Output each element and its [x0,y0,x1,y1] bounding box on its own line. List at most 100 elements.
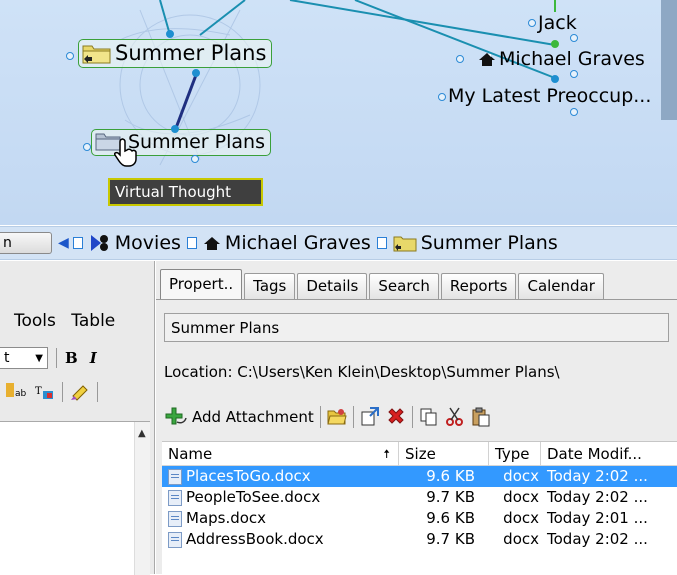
delete-icon[interactable] [386,407,406,427]
thought-name-field[interactable]: Summer Plans [164,313,669,342]
virtual-thought-label: Summer Plans [128,131,265,153]
menu-table[interactable]: Table [71,311,115,331]
column-size[interactable]: Size [399,441,489,466]
tab-search[interactable]: Search [369,273,439,299]
column-date-modified[interactable]: Date Modif... [541,442,671,466]
gate-dot[interactable] [438,93,446,101]
file-type: docx [503,530,539,548]
notes-pane: Tools Table t ▼ B I ab T ▲ [0,261,155,575]
add-attachment-button[interactable]: Add Attachment [162,406,314,428]
format-toolbar: t ▼ B I [0,345,150,371]
gate-dot[interactable] [66,52,74,60]
table-row[interactable]: PlacesToGo.docx 9.6 KB docx Today 2:02 .… [162,466,677,487]
thought-jack[interactable]: Jack [538,12,577,34]
file-name: Maps.docx [186,509,267,527]
active-thought[interactable]: Summer Plans [78,39,273,68]
bold-button[interactable]: B [65,349,78,367]
paste-icon[interactable] [471,407,491,427]
new-window-icon[interactable] [360,407,380,427]
back-arrow-icon[interactable]: ◀ [58,235,69,251]
plex-scrollbar[interactable] [661,0,677,120]
past-thought-summer-plans[interactable]: Summer Plans [393,232,558,254]
past-thought-michael-graves[interactable]: Michael Graves [203,232,371,254]
table-row[interactable]: AddressBook.docx 9.7 KB docx Today 2:02 … [162,529,677,550]
open-folder-icon[interactable] [327,407,347,427]
tab-calendar[interactable]: Calendar [518,273,604,299]
cut-icon[interactable] [445,407,465,427]
add-attachment-label: Add Attachment [192,408,314,426]
file-size: 9.7 KB [426,488,475,506]
attachments-toolbar: Add Attachment [162,403,491,431]
past-thought-movies[interactable]: Movies [89,232,181,254]
notes-menu-bar: Tools Table [0,311,150,337]
tab-details[interactable]: Details [297,273,368,299]
file-type: docx [503,509,539,527]
gate-dot[interactable] [551,75,559,83]
past-thought-label: Summer Plans [420,232,558,254]
tab-tags[interactable]: Tags [244,273,296,299]
column-name[interactable]: Name 🠅 [162,441,399,466]
word-document-icon [168,468,182,485]
location-path: Location: C:\Users\Ken Klein\Desktop\Sum… [164,363,560,381]
toolbar-separator [411,406,413,428]
table-row[interactable]: Maps.docx 9.6 KB docx Today 2:01 ... [162,508,677,529]
folder-icon [82,42,112,64]
gate-dot[interactable] [166,30,174,38]
file-size: 9.7 KB [426,530,475,548]
toolbar-separator [352,406,354,428]
gate-dot[interactable] [456,55,464,63]
gate-dot[interactable] [570,70,578,78]
thought-michael-graves[interactable]: Michael Graves [478,48,645,70]
thought-label: Michael Graves [499,48,645,70]
active-thought-label: Summer Plans [115,41,267,65]
house-icon [479,53,495,66]
movie-projector-icon [90,235,108,251]
tab-properties[interactable]: Propert.. [160,269,243,299]
file-date: Today 2:02 ... [547,530,648,548]
add-attachment-icon [165,407,187,425]
separator-icon [376,237,387,249]
gate-dot[interactable] [570,34,578,42]
table-header: Name 🠅 Size Type Date Modif... [162,441,677,466]
text-color-icon[interactable]: T [34,383,56,401]
format-painter-icon[interactable] [69,382,91,402]
sort-ascending-icon: 🠅 [383,446,390,461]
table-row[interactable]: PeopleToSee.docx 9.7 KB docx Today 2:02 … [162,487,677,508]
scroll-up-icon[interactable]: ▲ [138,428,146,439]
gate-dot[interactable] [171,125,179,133]
toolbar-separator [56,348,57,368]
toolbar-separator [97,382,98,402]
gate-dot[interactable] [192,69,200,77]
gate-dot[interactable] [570,108,578,116]
font-dropdown-value: t [4,350,10,366]
file-name: PeopleToSee.docx [186,488,321,506]
past-thought-label: Movies [114,232,181,254]
italic-button[interactable]: I [90,349,97,367]
gate-dot[interactable] [551,40,559,48]
past-thoughts-left-button[interactable]: n [0,232,52,254]
font-dropdown[interactable]: t ▼ [0,347,48,369]
gate-dot[interactable] [191,155,199,163]
copy-icon[interactable] [419,407,439,427]
menu-tools[interactable]: Tools [14,311,56,331]
text-highlight-icon[interactable]: ab [6,383,28,401]
gate-dot[interactable] [528,19,536,27]
gate-dot[interactable] [83,143,91,151]
column-type[interactable]: Type [489,441,541,466]
thought-latest-preoccupation[interactable]: My Latest Preoccup... [448,85,651,107]
thought-label: My Latest Preoccup... [448,85,652,107]
tab-bar: Propert.. Tags Details Search Reports Ca… [160,269,606,299]
file-size: 9.6 KB [426,509,475,527]
notes-editor[interactable]: ▲ [0,421,150,575]
past-thoughts-bar: n ◀ Movies Michael Graves Summer Plans [0,226,677,260]
virtual-thought-tooltip: Virtual Thought [108,178,263,206]
notes-icon-toolbar: ab T [0,379,150,405]
thought-label: Jack [538,12,577,34]
file-date: Today 2:02 ... [547,467,648,485]
separator-icon [186,237,197,249]
plex-view[interactable]: Summer Plans Summer Plans Virtual Though… [0,0,677,225]
word-document-icon [168,531,182,548]
toolbar-separator [62,382,63,402]
notes-scrollbar[interactable]: ▲ [134,422,150,575]
tab-reports[interactable]: Reports [440,273,517,299]
